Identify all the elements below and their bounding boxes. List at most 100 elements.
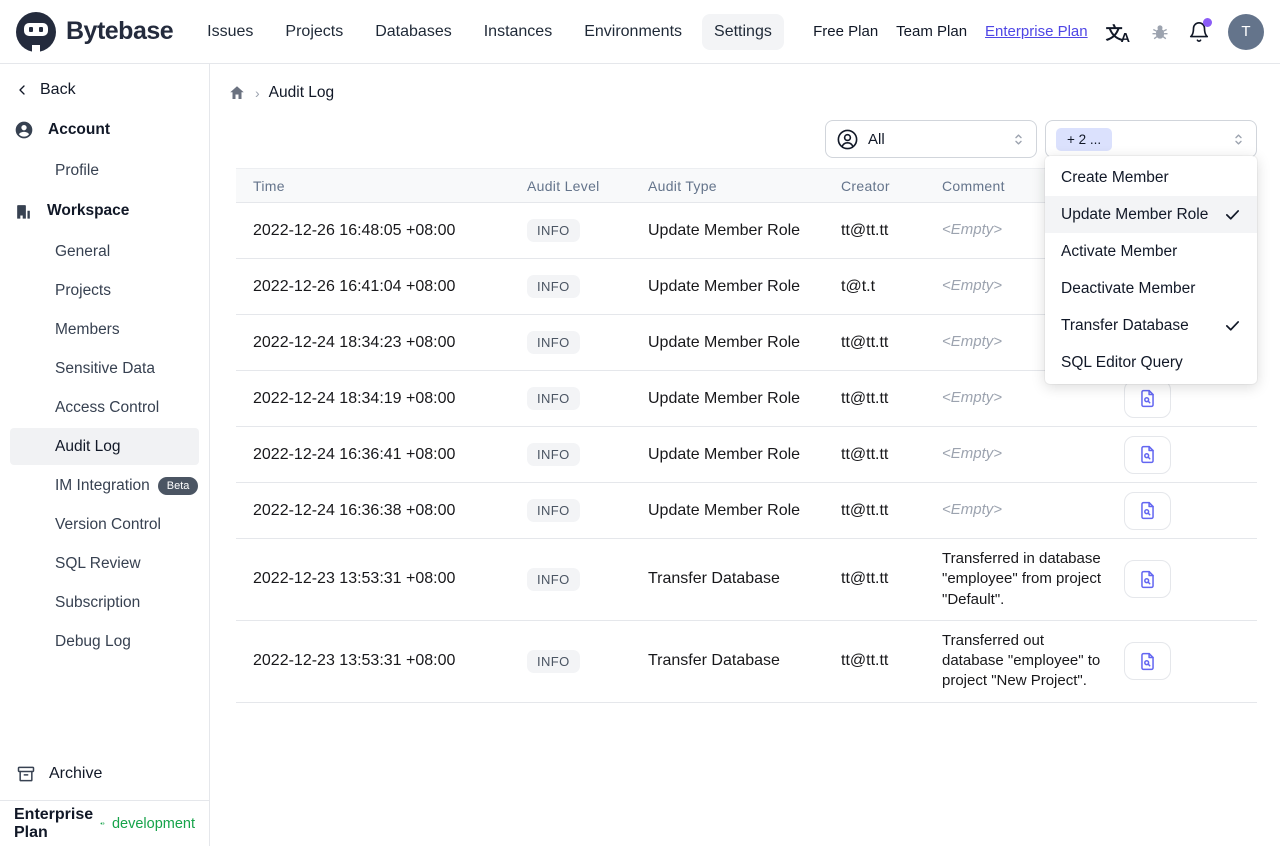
sidebar-item-version-control[interactable]: Version Control [10, 506, 199, 543]
audit-level-badge: INFO [527, 649, 580, 673]
creator-filter-select[interactable]: All [825, 120, 1037, 158]
cell-time: 2022-12-24 18:34:19 +08:00 [253, 389, 456, 407]
audit-type-dropdown-menu: Create Member Update Member Role Activate … [1045, 156, 1257, 384]
view-payload-button[interactable] [1124, 642, 1171, 681]
bell-icon[interactable] [1188, 17, 1212, 43]
cell-action [1118, 379, 1257, 418]
back-button[interactable]: Back [0, 70, 209, 110]
menu-item-transfer-database[interactable]: Transfer Database [1045, 307, 1257, 344]
cell-creator: tt@tt.tt [841, 570, 889, 588]
nav-item-settings[interactable]: Settings [702, 13, 784, 50]
menu-item-label: Transfer Database [1061, 316, 1189, 334]
sidebar-item-label: Profile [55, 161, 99, 179]
translate-icon[interactable]: 文A [1106, 19, 1132, 45]
sidebar-item-sql-review[interactable]: SQL Review [10, 545, 199, 582]
cell-creator: tt@tt.tt [841, 389, 889, 407]
menu-item-create-member[interactable]: Create Member [1045, 159, 1257, 196]
breadcrumb-separator: › [255, 85, 260, 101]
sidebar-item-general[interactable]: General [10, 233, 199, 270]
sidebar-section-label: Workspace [47, 202, 130, 219]
cell-audit-type: Update Member Role [648, 333, 801, 351]
sidebar-item-label: Version Control [55, 515, 161, 533]
cell-comment: Transferred out database "employee" to p… [942, 631, 1101, 690]
file-search-icon [1141, 570, 1154, 589]
audit-level-badge: INFO [527, 219, 580, 242]
audit-log-row: 2022-12-23 13:53:31 +08:00 INFO Transfer D… [236, 538, 1257, 620]
user-circle-icon [837, 129, 858, 149]
environment-label: development [111, 815, 195, 832]
sidebar-item-projects[interactable]: Projects [10, 272, 199, 309]
view-payload-button[interactable] [1124, 379, 1171, 418]
sidebar-item-sensitive-data[interactable]: Sensitive Data [10, 350, 199, 387]
cell-comment: <Empty> [942, 445, 1003, 463]
cell-creator: t@t.t [841, 277, 876, 295]
sidebar-item-subscription[interactable]: Subscription [10, 584, 199, 621]
enterprise-plan-link[interactable]: Enterprise Plan [985, 23, 1088, 40]
navbar-right: Free Plan Team Plan Enterprise Plan 文A T [813, 13, 1264, 50]
cell-action [1118, 560, 1257, 599]
sidebar-section-workspace: Workspace [0, 191, 209, 231]
nav-item-databases[interactable]: Databases [363, 14, 464, 50]
nav-item-environments[interactable]: Environments [572, 14, 694, 50]
filter-row: All + 2 ... [210, 102, 1280, 158]
view-payload-button[interactable] [1124, 491, 1171, 530]
cell-creator: tt@tt.tt [841, 445, 889, 463]
archive-icon [17, 766, 35, 782]
audit-level-badge: INFO [527, 275, 580, 298]
column-header-creator: Creator [841, 177, 890, 194]
sidebar-section-account: Account [0, 110, 209, 150]
cell-time: 2022-12-23 13:53:31 +08:00 [253, 652, 456, 670]
sidebar-item-members[interactable]: Members [10, 311, 199, 348]
sidebar-item-access-control[interactable]: Access Control [10, 389, 199, 426]
archive-label: Archive [49, 765, 103, 782]
nav-item-projects[interactable]: Projects [273, 14, 355, 50]
sidebar-item-audit-log[interactable]: Audit Log [10, 428, 199, 465]
sidebar-item-im-integration[interactable]: IM Integration Beta [10, 467, 199, 504]
file-search-icon [1141, 501, 1154, 520]
free-plan-label[interactable]: Free Plan [813, 23, 878, 40]
sidebar-item-label: Access Control [55, 398, 160, 416]
cell-audit-level: INFO [527, 499, 648, 522]
top-navbar: Bytebase Issues Projects Databases Instance… [0, 0, 1280, 64]
chevron-updown-icon [1231, 132, 1246, 147]
sidebar-item-profile[interactable]: Profile [10, 152, 199, 189]
menu-item-sql-editor-query[interactable]: SQL Editor Query [1045, 344, 1257, 381]
cell-audit-level: INFO [527, 275, 648, 298]
audit-level-badge: INFO [527, 499, 580, 522]
home-icon[interactable] [228, 84, 246, 102]
settings-sidebar: Back Account Profile Workspace General Proje… [0, 64, 210, 846]
beta-badge: Beta [157, 476, 199, 495]
bytebase-logo-icon [16, 11, 56, 52]
audit-level-badge: INFO [527, 387, 580, 410]
audit-type-filter-select[interactable]: + 2 ... [1045, 120, 1257, 158]
view-payload-button[interactable] [1124, 560, 1171, 599]
nav-item-issues[interactable]: Issues [195, 14, 265, 50]
menu-item-activate-member[interactable]: Activate Member [1045, 233, 1257, 270]
avatar[interactable]: T [1228, 13, 1264, 50]
sidebar-item-label: Members [55, 320, 120, 338]
sidebar-item-label: Projects [55, 281, 111, 299]
audit-level-badge: INFO [527, 443, 580, 466]
bytebase-logo[interactable]: Bytebase [16, 11, 174, 52]
bug-icon[interactable] [1150, 22, 1170, 42]
cell-comment: Transferred in database "employee" from … [942, 550, 1102, 608]
cell-audit-level: INFO [527, 219, 648, 242]
cell-audit-level: INFO [527, 443, 648, 466]
cell-audit-level: INFO [527, 387, 648, 410]
sidebar-item-debug-log[interactable]: Debug Log [10, 623, 199, 660]
view-payload-button[interactable] [1124, 435, 1171, 474]
breadcrumb-page-title: Audit Log [268, 84, 335, 101]
chevron-left-icon [19, 85, 25, 95]
nav-item-instances[interactable]: Instances [472, 14, 564, 50]
menu-item-update-member-role[interactable]: Update Member Role [1045, 196, 1257, 233]
team-plan-label[interactable]: Team Plan [896, 23, 967, 40]
column-header-audit-type: Audit Type [648, 177, 717, 194]
sidebar-item-archive[interactable]: Archive [0, 754, 209, 794]
cell-audit-level: INFO [527, 649, 648, 673]
audit-log-row: 2022-12-24 16:36:41 +08:00 INFO Update Mem… [236, 426, 1257, 482]
sidebar-footer: Enterprise Plan development [0, 800, 209, 846]
sidebar-item-label: Subscription [55, 593, 141, 611]
speaker-icon [100, 822, 105, 825]
sidebar-item-label: SQL Review [55, 554, 141, 572]
menu-item-deactivate-member[interactable]: Deactivate Member [1045, 270, 1257, 307]
